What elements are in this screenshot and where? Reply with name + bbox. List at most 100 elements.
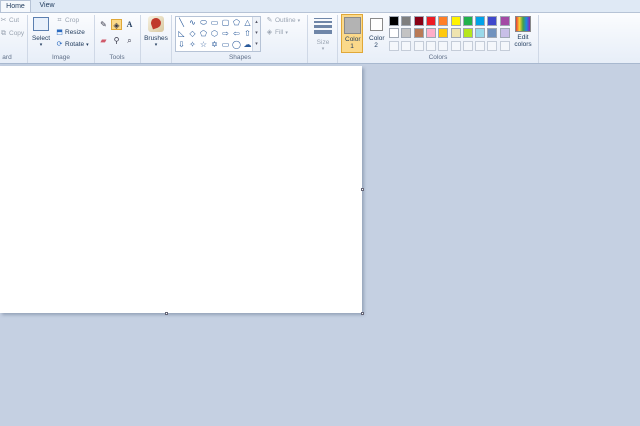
outline-label: Outline (275, 17, 296, 24)
custom-color-slot[interactable] (499, 40, 510, 51)
pentagon-shape-icon[interactable]: ⬠ (199, 29, 208, 38)
resize-icon: ⬒ (56, 29, 63, 36)
left-arrow-shape-icon[interactable]: ⇦ (232, 29, 241, 38)
five-point-star-shape-icon[interactable]: ☆ (199, 40, 208, 49)
tab-home[interactable]: Home (0, 0, 31, 12)
edit-colors-button[interactable]: Edit colors (510, 16, 536, 48)
crop-button[interactable]: ⌗ Crop (56, 17, 80, 24)
hexagon-shape-icon[interactable]: ⬡ (210, 29, 219, 38)
palette-swatch[interactable] (389, 16, 399, 26)
tools-group-label: Tools (109, 54, 125, 61)
pencil-icon[interactable]: ✎ (98, 19, 109, 30)
palette-swatch[interactable] (413, 28, 424, 39)
chevron-down-icon: ▾ (154, 42, 158, 48)
four-point-star-shape-icon[interactable]: ✧ (188, 40, 197, 49)
clipboard-group-label: ard (2, 54, 12, 61)
six-point-star-shape-icon[interactable]: ✡ (210, 40, 219, 49)
line-shape-icon[interactable]: ╲ (177, 18, 186, 27)
resize-handle-right[interactable] (361, 188, 364, 191)
color1-button[interactable]: Color 1 (341, 14, 363, 53)
color-picker-icon[interactable]: ⚲ (111, 35, 122, 46)
color1-label: Color 1 (345, 36, 361, 50)
right-triangle-shape-icon[interactable]: ◺ (177, 29, 186, 38)
right-arrow-shape-icon[interactable]: ⇨ (221, 29, 230, 38)
palette-swatch[interactable] (462, 16, 473, 26)
custom-color-slot[interactable] (413, 40, 424, 51)
rotate-button[interactable]: ⟳ Rotate ▾ (56, 41, 89, 48)
brushes-button[interactable]: Brushes ▾ (143, 16, 169, 48)
magnifier-icon[interactable]: ⌕ (124, 35, 135, 46)
palette-swatch[interactable] (499, 28, 510, 39)
palette-swatch[interactable] (438, 16, 449, 26)
select-label: Select (31, 35, 51, 42)
text-icon[interactable]: A (124, 19, 135, 30)
color2-label: Color 2 (369, 35, 385, 49)
polygon-shape-icon[interactable]: ⬠ (232, 18, 241, 27)
palette-swatch[interactable] (462, 28, 473, 39)
up-arrow-shape-icon[interactable]: ⇧ (243, 29, 252, 38)
custom-color-slot[interactable] (401, 40, 412, 51)
chevron-down-icon: ▾ (321, 46, 325, 52)
color2-button[interactable]: Color 2 (365, 14, 387, 53)
eraser-icon[interactable]: ▰ (98, 35, 109, 46)
tab-view[interactable]: View (33, 0, 61, 12)
fill-button[interactable]: ◈ Fill ▾ (266, 29, 288, 36)
brushes-label: Brushes (144, 35, 168, 42)
palette-swatch[interactable] (499, 16, 510, 26)
palette-swatch[interactable] (487, 16, 498, 26)
rotate-icon: ⟳ (56, 41, 63, 48)
shapes-scrollbar[interactable]: ▴ ▾ ▾ (252, 17, 260, 51)
cloud-callout-shape-icon[interactable]: ☁ (243, 40, 252, 49)
rectangle-shape-icon[interactable]: ▭ (210, 18, 219, 27)
fill-label: Fill (275, 29, 284, 36)
resize-handle-corner[interactable] (361, 312, 364, 315)
group-separator (140, 15, 141, 63)
palette-swatch[interactable] (413, 16, 424, 26)
curve-shape-icon[interactable]: ∿ (188, 18, 197, 27)
copy-button[interactable]: ⧉ Copy (0, 30, 24, 37)
drawing-canvas[interactable] (0, 66, 362, 313)
custom-color-slot[interactable] (475, 40, 486, 51)
cut-label: Cut (9, 17, 20, 24)
rounded-rectangle-shape-icon[interactable]: ▢ (221, 18, 230, 27)
palette-swatch[interactable] (401, 16, 412, 26)
custom-color-slot[interactable] (450, 40, 461, 51)
ribbon-tab-bar: Home View (0, 0, 640, 12)
select-button[interactable]: Select ▾ (31, 17, 51, 48)
oval-callout-shape-icon[interactable]: ◯ (232, 40, 241, 49)
palette-swatch[interactable] (401, 28, 412, 39)
palette-swatch[interactable] (438, 28, 449, 39)
palette-swatch[interactable] (450, 16, 461, 26)
outline-button[interactable]: ✎ Outline ▾ (266, 17, 301, 24)
palette-swatch[interactable] (389, 28, 399, 39)
triangle-shape-icon[interactable]: △ (243, 18, 252, 27)
resize-handle-bottom[interactable] (165, 312, 168, 315)
cut-button[interactable]: ✂ Cut (0, 17, 20, 24)
oval-shape-icon[interactable]: ⬭ (199, 18, 208, 27)
scissors-icon: ✂ (0, 17, 7, 24)
outline-icon: ✎ (266, 17, 273, 24)
crop-label: Crop (65, 17, 80, 24)
palette-swatch[interactable] (425, 16, 436, 26)
chevron-down-icon: ▾ (39, 42, 43, 48)
palette-swatch[interactable] (487, 28, 498, 39)
custom-color-slot[interactable] (438, 40, 449, 51)
diamond-shape-icon[interactable]: ◇ (188, 29, 197, 38)
palette-swatch[interactable] (475, 28, 486, 39)
group-separator (337, 15, 338, 63)
palette-swatch[interactable] (450, 28, 461, 39)
custom-color-slot[interactable] (462, 40, 473, 51)
custom-color-slot[interactable] (487, 40, 498, 51)
copy-icon: ⧉ (1, 30, 6, 37)
copy-label: Copy (9, 30, 25, 37)
palette-swatch[interactable] (425, 28, 436, 39)
callout-shape-icon[interactable]: ▭ (221, 40, 230, 49)
resize-button[interactable]: ⬒ Resize (56, 29, 85, 36)
down-arrow-shape-icon[interactable]: ⇩ (177, 40, 186, 49)
size-button[interactable]: Size ▾ (311, 16, 335, 52)
custom-color-slot[interactable] (389, 40, 399, 51)
fill-bucket-icon[interactable]: ◈ (111, 19, 122, 30)
custom-color-slot[interactable] (425, 40, 436, 51)
palette-swatch[interactable] (475, 16, 486, 26)
ribbon: ✂ Cut ⧉ Copy ard Select ▾ ⌗ Crop ⬒ Resiz… (0, 12, 640, 64)
